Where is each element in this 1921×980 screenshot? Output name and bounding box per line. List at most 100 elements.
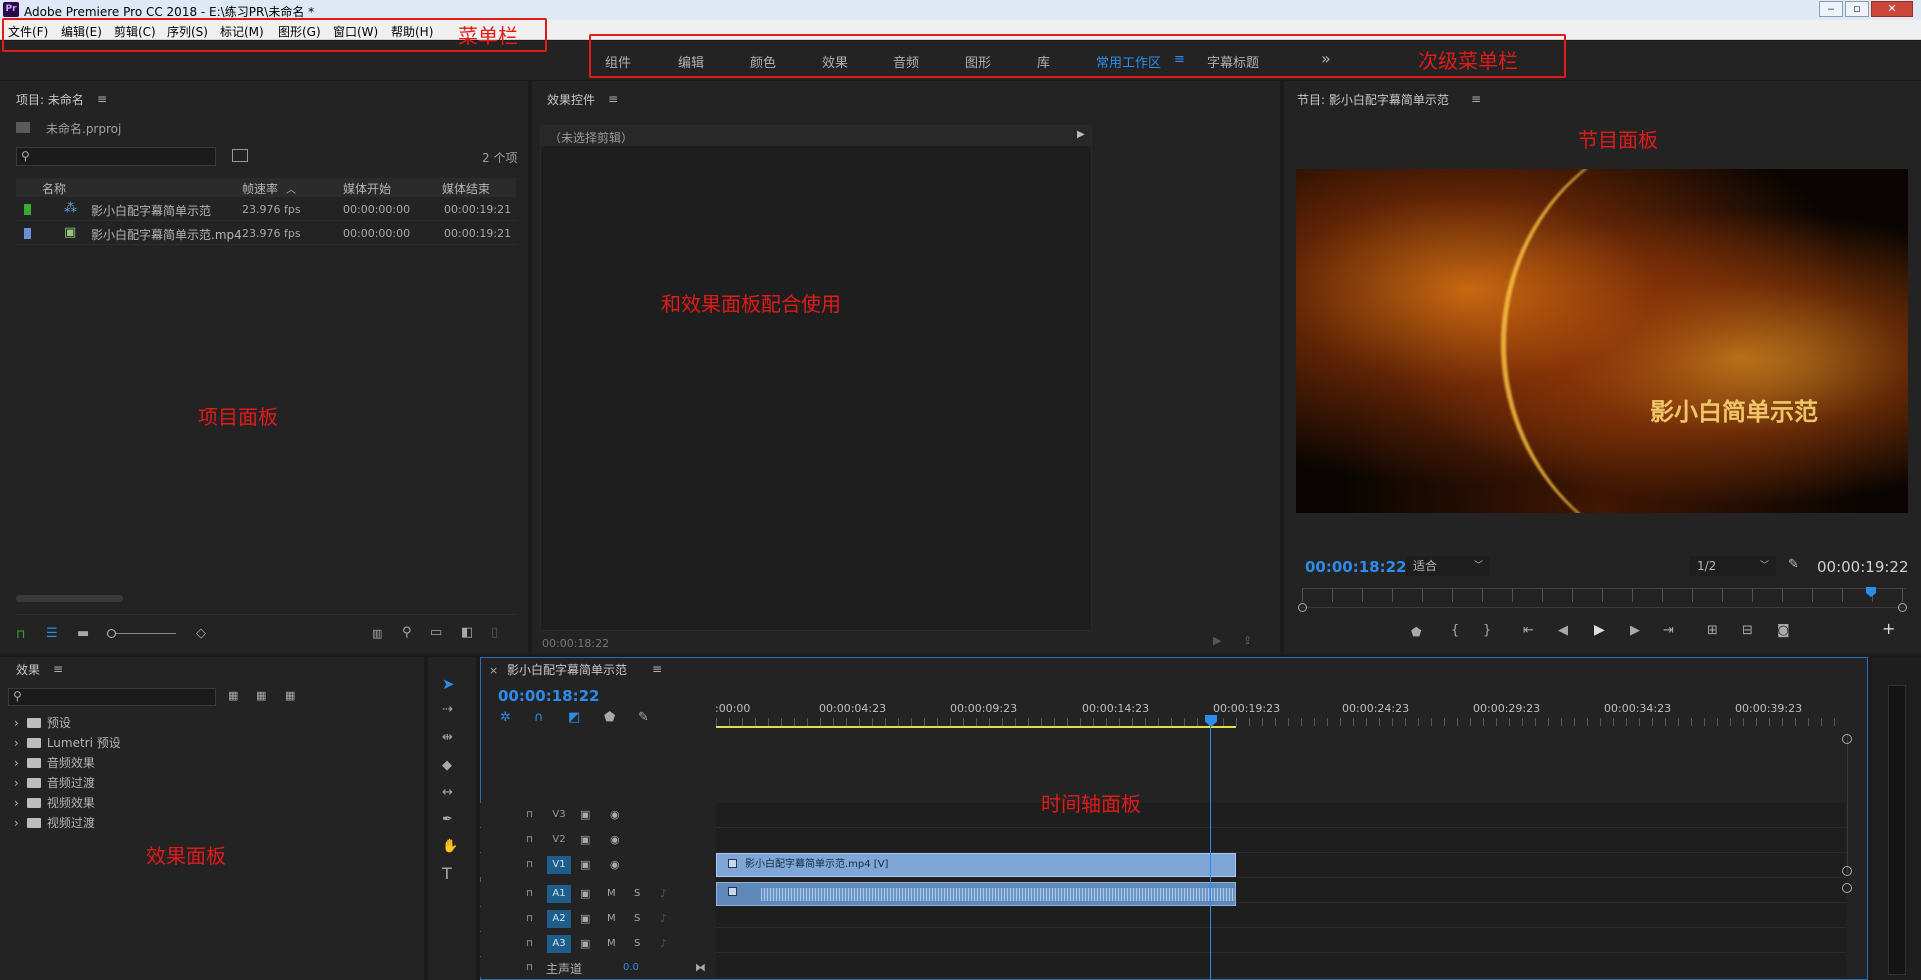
track-label[interactable]: A3 [547,935,571,953]
accelerated-effects-icon[interactable]: ▦ [228,689,238,703]
add-marker-icon[interactable]: ⬟ [604,711,615,725]
effects-tree-item[interactable]: › Lumetri 预设 [14,734,121,752]
hand-tool-icon[interactable]: ✋ [442,840,458,854]
audio-clip[interactable] [716,882,1236,906]
go-to-out-icon[interactable]: ⇥ [1663,624,1674,638]
eye-icon[interactable]: ◉ [610,808,620,822]
lock-icon[interactable]: ⊓ [526,937,533,951]
sort-icons-icon[interactable]: ◇ [196,627,206,641]
track-label[interactable]: V1 [547,856,571,874]
column-media-end[interactable]: 媒体结束 [442,180,490,197]
lock-icon[interactable]: ⊓ [16,627,25,641]
export-frame-icon[interactable]: ◙ [1777,624,1790,638]
add-marker-icon[interactable]: ⬟ [1411,625,1421,639]
export-icon[interactable]: ⇪ [1243,634,1252,648]
mark-in-icon[interactable]: { [1451,624,1459,638]
project-panel-menu-icon[interactable]: ≡ [97,92,107,106]
sync-lock-icon[interactable]: ▣ [580,858,590,872]
work-area-bar[interactable] [716,726,1236,728]
lock-icon[interactable]: ⊓ [526,961,533,975]
eye-icon[interactable]: ◉ [610,858,620,872]
ripple-edit-tool-icon[interactable]: ⇹ [442,731,453,745]
mute-button[interactable]: M [607,912,616,926]
step-back-icon[interactable]: ◀ [1558,624,1568,638]
insert-overwrite-sequences-icon[interactable]: ✲ [500,711,511,725]
extract-icon[interactable]: ⊟ [1742,624,1753,638]
minimize-button[interactable]: ‒ [1819,1,1843,17]
label-color-swatch[interactable] [24,228,31,239]
sync-lock-icon[interactable]: ▣ [580,833,590,847]
scroll-handle-video-bottom[interactable] [1842,866,1852,876]
track-label[interactable]: V3 [547,806,571,824]
effects-tree-item[interactable]: › 视频效果 [14,794,95,812]
sync-lock-icon[interactable]: ▣ [580,887,590,901]
linked-selection-icon[interactable]: ◩ [568,711,580,725]
timeline-menu-icon[interactable]: ≡ [652,662,662,676]
lock-icon[interactable]: ⊓ [526,887,533,901]
effects-search-input[interactable]: ⚲ [8,688,216,706]
microphone-icon[interactable]: ♪ [660,887,667,901]
program-menu-icon[interactable]: ≡ [1471,92,1481,106]
microphone-icon[interactable]: ♪ [660,937,667,951]
close-sequence-icon[interactable]: × [489,664,498,677]
lock-icon[interactable]: ⊓ [526,808,533,822]
track-label[interactable]: A1 [547,885,571,903]
play-icon[interactable]: ▶ [1594,623,1605,637]
table-row[interactable]: ⁂ 影小白配字幕简单示范 23.976 fps 00:00:00:00 00:0… [16,198,516,221]
effects-tree-item[interactable]: › 预设 [14,714,71,732]
solo-button[interactable]: S [634,937,640,951]
program-zoom-bar[interactable] [1302,607,1906,608]
mute-button[interactable]: M [607,887,616,901]
lock-icon[interactable]: ⊓ [526,912,533,926]
pen-tool-icon[interactable]: ✒ [442,813,453,827]
timeline-ruler-ticks[interactable] [716,718,1846,726]
list-view-icon[interactable]: ☰ [46,627,58,641]
program-time-ruler[interactable] [1302,588,1906,602]
effects-tree-item[interactable]: › 视频过渡 [14,814,95,832]
step-forward-icon[interactable]: ▶ [1630,624,1640,638]
button-editor-plus-icon[interactable]: + [1882,621,1895,637]
column-fps[interactable]: 帧速率 [242,180,278,197]
type-tool-icon[interactable]: T [442,866,452,882]
scroll-handle-top[interactable] [1842,734,1852,744]
wrench-icon[interactable]: ✎ [1788,558,1799,572]
razor-tool-icon[interactable]: ◆ [442,759,452,773]
sync-lock-icon[interactable]: ▣ [580,912,590,926]
eye-icon[interactable]: ◉ [610,833,620,847]
sequence-tab[interactable]: 影小白配字幕简单示范 [507,661,627,678]
yuv-effects-icon[interactable]: ▦ [285,689,295,703]
lock-icon[interactable]: ⊓ [526,833,533,847]
resolution-dropdown[interactable]: 1/2 ﹀ [1690,556,1776,576]
video-clip[interactable]: 影小白配字幕简单示范.mp4 [V] [716,853,1236,877]
timeline-settings-wrench-icon[interactable]: ✎ [638,711,649,725]
solo-button[interactable]: S [634,912,640,926]
effects-tree-item[interactable]: › 音频过渡 [14,774,95,792]
zoom-slider[interactable] [112,633,176,634]
filter-icon[interactable]: ▶ [1213,634,1221,648]
automate-to-sequence-icon[interactable]: ▥ [372,627,382,641]
trash-icon[interactable]: ▯ [491,626,498,640]
zoom-bar-start-handle[interactable] [1298,603,1307,612]
zoom-slider-handle[interactable] [107,629,116,638]
zoom-dropdown[interactable]: 适合 ﹀ [1406,556,1490,576]
new-bin-icon[interactable]: ▭ [430,626,442,640]
32bit-effects-icon[interactable]: ▦ [256,689,266,703]
effects-tree-item[interactable]: › 音频效果 [14,754,95,772]
table-row[interactable]: ▣ 影小白配字幕简单示范.mp4 23.976 fps 00:00:00:00 … [16,222,516,245]
track-label[interactable]: A2 [547,910,571,928]
icon-view-icon[interactable]: ▬ [77,627,89,641]
vertical-scrollbar-track[interactable] [1847,733,1848,873]
sync-lock-icon[interactable]: ▣ [580,808,590,822]
label-color-swatch[interactable] [24,204,31,215]
close-button[interactable]: ✕ [1871,1,1913,17]
solo-button[interactable]: S [634,887,640,901]
lift-icon[interactable]: ⊞ [1707,624,1718,638]
track-select-tool-icon[interactable]: ⇢ [442,703,453,717]
column-name[interactable]: 名称 [42,180,66,197]
column-media-start[interactable]: 媒体开始 [343,180,391,197]
selection-tool-icon[interactable]: ➤ [442,677,455,692]
microphone-icon[interactable]: ♪ [660,912,667,926]
project-scrollbar[interactable] [16,595,123,602]
program-current-timecode[interactable]: 00:00:18:22 [1305,558,1407,576]
go-to-end-icon[interactable]: ⧓ [695,961,706,975]
